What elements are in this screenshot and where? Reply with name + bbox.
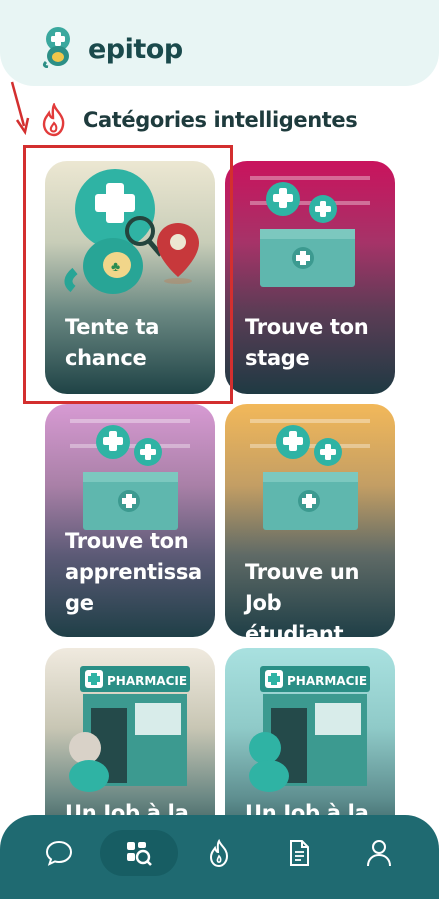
mascots-box-illustration: [250, 419, 370, 530]
category-card-label: Trouve ton stage: [245, 315, 369, 370]
flame-icon: [42, 103, 65, 137]
user-icon: [367, 840, 391, 867]
bottom-navigation: [0, 815, 439, 899]
pharmacy-storefront-illustration: PHARMACIE: [249, 666, 370, 792]
mascot-logo-icon: [42, 27, 70, 68]
nav-documents-button[interactable]: [276, 830, 322, 876]
nav-chat-button[interactable]: [36, 830, 82, 876]
mascots-box-illustration: [250, 176, 370, 287]
svg-text:♣: ♣: [111, 258, 120, 274]
pharmacy-sign-text: PHARMACIE: [107, 674, 187, 688]
pharmacy-storefront-illustration: PHARMACIE: [69, 666, 190, 792]
section-title: Catégories intelligentes: [83, 108, 358, 132]
category-card-label: Trouve un Job étudiant: [245, 560, 360, 637]
nav-profile-button[interactable]: [356, 830, 402, 876]
chat-bubble-icon: [45, 840, 73, 866]
pharmacy-sign-text: PHARMACIE: [287, 674, 367, 688]
search-catalog-icon: [127, 842, 152, 866]
annotation-arrow-icon: [10, 81, 30, 136]
category-card-trouve-ton-stage[interactable]: Trouve ton stage: [225, 161, 395, 394]
category-card-trouve-ton-apprentissage[interactable]: Trouve ton apprentissa ge: [45, 404, 215, 637]
category-card-trouve-un-job-etudiant[interactable]: Trouve un Job étudiant: [225, 404, 395, 637]
category-card-tente-ta-chance[interactable]: ♣ Tente ta chance: [45, 161, 215, 394]
nav-search-button[interactable]: [100, 830, 178, 876]
category-card-label: Trouve ton apprentissa ge: [65, 529, 202, 615]
flame-icon: [209, 838, 229, 868]
document-icon: [290, 840, 309, 866]
mascot-magnifier-illustration: ♣: [64, 169, 199, 294]
app-logo-text: epitop: [88, 34, 183, 65]
app-header: epitop: [0, 0, 439, 86]
nav-hot-button[interactable]: [196, 830, 242, 876]
category-card-label: Tente ta chance: [65, 315, 160, 370]
